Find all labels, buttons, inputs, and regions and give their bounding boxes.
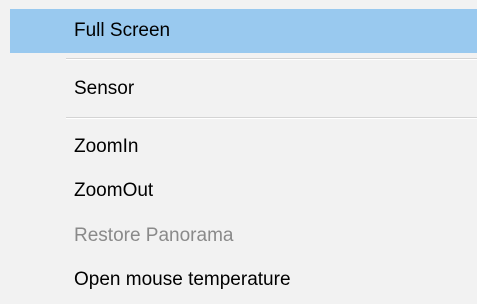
- context-menu: Full Screen Sensor ZoomIn ZoomOut Restor…: [0, 0, 477, 304]
- menu-item-label: ZoomOut: [74, 180, 154, 201]
- menu-item-full-screen[interactable]: Full Screen: [10, 9, 477, 53]
- menu-item-label: Sensor: [74, 78, 135, 99]
- menu-item-restore-panorama: Restore Panorama: [10, 214, 477, 258]
- menu-item-label: Full Screen: [74, 20, 171, 41]
- menu-item-zoom-in[interactable]: ZoomIn: [10, 125, 477, 169]
- menu-separator: [66, 117, 477, 119]
- menu-item-sensor[interactable]: Sensor: [10, 67, 477, 111]
- menu-item-label: Open mouse temperature: [74, 269, 291, 290]
- menu-separator: [66, 58, 477, 60]
- menu-item-label: Restore Panorama: [74, 225, 234, 246]
- menu-item-label: ZoomIn: [74, 136, 139, 157]
- menu-item-open-mouse-temperature[interactable]: Open mouse temperature: [10, 258, 477, 302]
- menu-item-zoom-out[interactable]: ZoomOut: [10, 169, 477, 213]
